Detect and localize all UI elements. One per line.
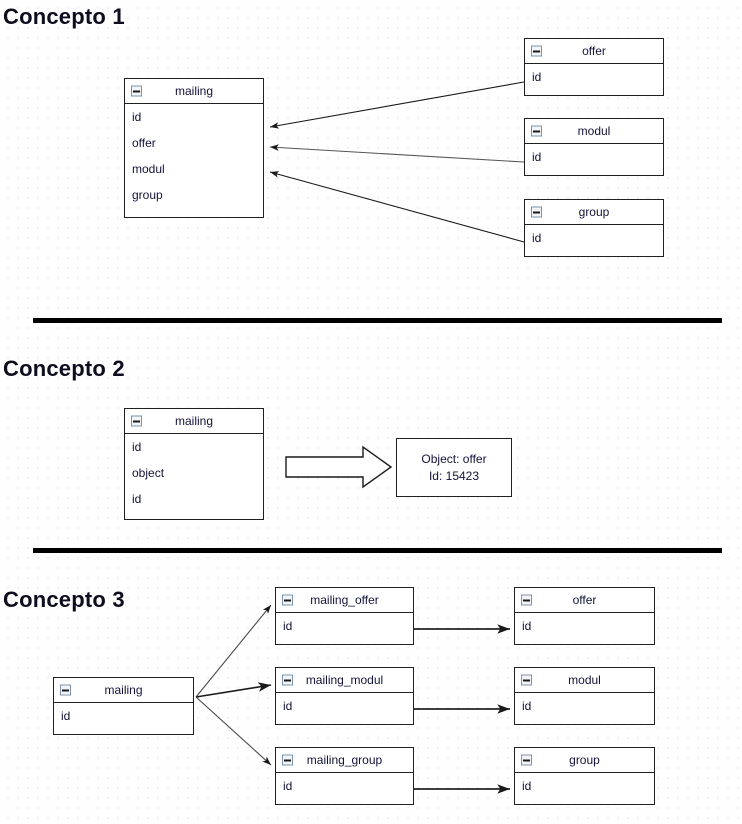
table-header-mailing-group-c3[interactable]: mailing_group bbox=[276, 748, 413, 773]
table-name-label: modul bbox=[568, 673, 601, 687]
note-line-object: Object: offer bbox=[421, 451, 487, 466]
table-body-offer-c3: id bbox=[515, 613, 654, 639]
table-header-mailing-c1[interactable]: mailing bbox=[125, 79, 263, 104]
table-name-label: mailing bbox=[174, 414, 213, 428]
table-body-group-c3: id bbox=[515, 773, 654, 799]
collapse-minus-icon[interactable] bbox=[531, 45, 542, 57]
collapse-minus-icon[interactable] bbox=[531, 206, 542, 218]
table-row: id bbox=[522, 779, 532, 793]
table-row: id bbox=[132, 110, 142, 124]
table-row: id bbox=[61, 709, 71, 723]
connector-offer-to-mailing bbox=[269, 81, 525, 129]
table-modul-c3[interactable]: modul id bbox=[514, 667, 655, 725]
table-group-c3[interactable]: group id bbox=[514, 747, 655, 805]
table-mailing-c1[interactable]: mailing id offer modul group bbox=[124, 78, 264, 218]
table-mailing-modul-c3[interactable]: mailing_modul id bbox=[275, 667, 414, 725]
table-name-label: mailing bbox=[174, 84, 213, 98]
table-row: id bbox=[283, 619, 293, 633]
table-body-modul-c3: id bbox=[515, 693, 654, 719]
diagram-canvas: Concepto 1 mailing id offer modul group … bbox=[0, 0, 742, 824]
table-group-c1[interactable]: group id bbox=[524, 199, 664, 257]
table-header-mailing-modul-c3[interactable]: mailing_modul bbox=[276, 668, 413, 693]
table-row: id bbox=[283, 699, 293, 713]
collapse-minus-icon[interactable] bbox=[60, 684, 71, 696]
table-body-modul-c1: id bbox=[525, 144, 663, 170]
table-header-offer-c3[interactable]: offer bbox=[515, 588, 654, 613]
table-name-label: modul bbox=[577, 124, 611, 138]
table-row: object bbox=[132, 466, 165, 480]
table-name-label: mailing_modul bbox=[305, 673, 384, 687]
table-header-group-c1[interactable]: group bbox=[525, 200, 663, 225]
collapse-minus-icon[interactable] bbox=[282, 754, 293, 766]
table-body-group-c1: id bbox=[525, 225, 663, 251]
table-row: id bbox=[522, 619, 532, 633]
connector-modul-to-mailing bbox=[269, 144, 525, 163]
table-row: id bbox=[532, 70, 542, 84]
collapse-minus-icon[interactable] bbox=[282, 594, 293, 606]
note-box-object-offer: Object: offer Id: 15423 bbox=[396, 438, 512, 497]
section-divider-2 bbox=[33, 548, 722, 553]
table-header-mailing-c3[interactable]: mailing bbox=[54, 678, 193, 703]
collapse-minus-icon[interactable] bbox=[521, 674, 532, 686]
collapse-minus-icon[interactable] bbox=[131, 85, 142, 97]
connector-mailing-to-mailing-modul bbox=[195, 682, 272, 698]
table-row: id bbox=[532, 150, 542, 164]
section-title-concepto-1: Concepto 1 bbox=[3, 4, 125, 29]
table-header-mailing-offer-c3[interactable]: mailing_offer bbox=[276, 588, 413, 613]
table-body-mailing-group-c3: id bbox=[276, 773, 413, 799]
table-row: group bbox=[132, 188, 163, 202]
table-body-mailing-modul-c3: id bbox=[276, 693, 413, 719]
collapse-minus-icon[interactable] bbox=[131, 415, 142, 427]
collapse-minus-icon[interactable] bbox=[521, 594, 532, 606]
connector-mailing-to-mailing-group bbox=[195, 696, 272, 766]
table-body-offer-c1: id bbox=[525, 64, 663, 90]
table-name-label: group bbox=[578, 205, 610, 219]
table-body-mailing-offer-c3: id bbox=[276, 613, 413, 639]
table-name-label: mailing_group bbox=[306, 753, 383, 767]
table-modul-c1[interactable]: modul id bbox=[524, 118, 664, 176]
table-row: offer bbox=[132, 136, 156, 150]
collapse-minus-icon[interactable] bbox=[531, 125, 542, 137]
table-header-mailing-c2[interactable]: mailing bbox=[125, 409, 263, 434]
table-row: id bbox=[532, 231, 542, 245]
table-mailing-offer-c3[interactable]: mailing_offer id bbox=[275, 587, 414, 645]
collapse-minus-icon[interactable] bbox=[282, 674, 293, 686]
table-row: id bbox=[283, 779, 293, 793]
table-offer-c1[interactable]: offer id bbox=[524, 38, 664, 96]
table-body-mailing-c2: id object id bbox=[125, 434, 263, 512]
table-header-modul-c3[interactable]: modul bbox=[515, 668, 654, 693]
section-divider-1 bbox=[33, 318, 722, 323]
table-row: id bbox=[132, 492, 142, 506]
table-header-group-c3[interactable]: group bbox=[515, 748, 654, 773]
table-header-offer-c1[interactable]: offer bbox=[525, 39, 663, 64]
table-body-mailing-c1: id offer modul group bbox=[125, 104, 263, 208]
table-mailing-c3[interactable]: mailing id bbox=[53, 677, 194, 735]
table-mailing-c2[interactable]: mailing id object id bbox=[124, 408, 264, 520]
table-body-mailing-c3: id bbox=[54, 703, 193, 729]
table-row: modul bbox=[132, 162, 165, 176]
table-row: id bbox=[132, 440, 142, 454]
section-title-concepto-3: Concepto 3 bbox=[3, 587, 125, 612]
table-name-label: mailing bbox=[104, 683, 143, 697]
section-title-concepto-2: Concepto 2 bbox=[3, 356, 125, 381]
table-row: id bbox=[522, 699, 532, 713]
table-name-label: mailing_offer bbox=[310, 593, 379, 607]
table-name-label: group bbox=[569, 753, 600, 767]
connector-mailing-to-mailing-offer bbox=[195, 604, 272, 698]
table-mailing-group-c3[interactable]: mailing_group id bbox=[275, 747, 414, 805]
table-offer-c3[interactable]: offer id bbox=[514, 587, 655, 645]
collapse-minus-icon[interactable] bbox=[521, 754, 532, 766]
table-header-modul-c1[interactable]: modul bbox=[525, 119, 663, 144]
table-name-label: offer bbox=[582, 44, 606, 58]
note-line-id: Id: 15423 bbox=[428, 468, 480, 483]
connector-group-to-mailing bbox=[269, 171, 525, 243]
block-arrow-icon bbox=[285, 445, 393, 489]
table-name-label: offer bbox=[572, 593, 597, 607]
